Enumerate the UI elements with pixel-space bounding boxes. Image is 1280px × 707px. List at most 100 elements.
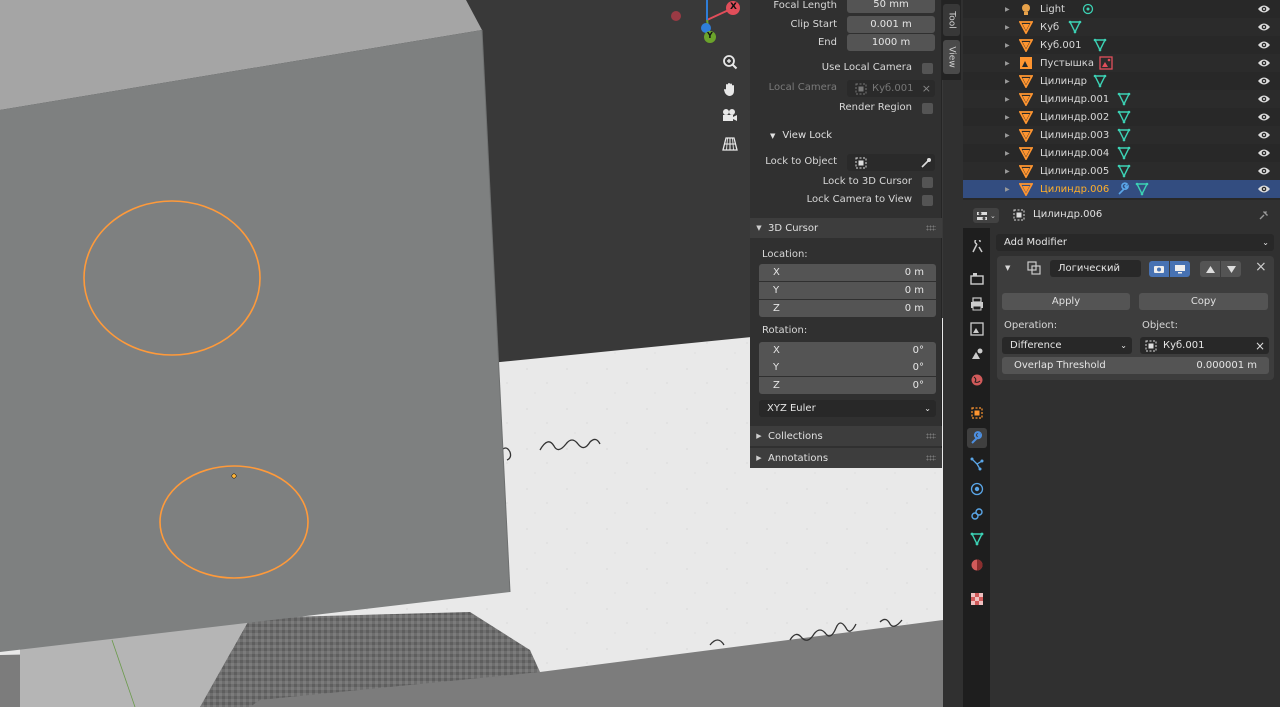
move-up-button[interactable] xyxy=(1200,261,1220,277)
tab-tool-settings[interactable] xyxy=(967,237,987,257)
rotation-mode-select[interactable]: XYZ Euler ⌄ xyxy=(759,400,936,417)
viewport-toggle[interactable] xyxy=(1170,261,1190,277)
camera-view-tool[interactable] xyxy=(719,105,741,127)
use-local-camera-checkbox[interactable] xyxy=(922,63,933,74)
mesh-data-icon[interactable] xyxy=(1117,110,1131,124)
tab-tool[interactable]: Tool xyxy=(943,4,960,36)
wrench-icon[interactable] xyxy=(1117,182,1131,196)
lock-camera-checkbox[interactable] xyxy=(922,195,933,206)
drag-handle-icon[interactable] xyxy=(926,225,936,231)
eye-icon[interactable] xyxy=(1257,183,1271,195)
add-modifier-menu[interactable]: Add Modifier ⌄ xyxy=(996,234,1274,251)
outliner-row[interactable]: ▶ Цилиндр.001 xyxy=(963,90,1280,108)
expand-arrow-icon[interactable]: ▶ xyxy=(1005,168,1010,175)
expand-arrow-icon[interactable]: ▶ xyxy=(1005,96,1010,103)
mesh-data-icon[interactable] xyxy=(1117,92,1131,106)
outliner-row[interactable]: ▶ Куб xyxy=(963,18,1280,36)
eye-icon[interactable] xyxy=(1257,3,1271,15)
eye-icon[interactable] xyxy=(1257,21,1271,33)
pin-icon[interactable] xyxy=(1258,209,1270,221)
outliner-row[interactable]: ▶ Цилиндр.003 xyxy=(963,126,1280,144)
eyedropper-icon[interactable] xyxy=(920,157,932,169)
eye-icon[interactable] xyxy=(1257,129,1271,141)
tab-view[interactable]: View xyxy=(943,40,960,74)
clip-end-field[interactable]: 1000 m xyxy=(847,34,935,51)
perspective-toggle[interactable] xyxy=(719,133,741,155)
expand-arrow-icon[interactable]: ▶ xyxy=(1005,24,1010,31)
expand-arrow-icon[interactable]: ▶ xyxy=(1005,6,1010,13)
expand-arrow-icon[interactable]: ▶ xyxy=(1005,42,1010,49)
expand-arrow-icon[interactable]: ▶ xyxy=(1005,60,1010,67)
expand-arrow-icon[interactable]: ▶ xyxy=(1005,150,1010,157)
mesh-data-icon[interactable] xyxy=(1117,164,1131,178)
mesh-data-icon[interactable] xyxy=(1093,38,1107,52)
outliner-row[interactable]: ▶ Цилиндр xyxy=(963,72,1280,90)
modifier-name-field[interactable]: Логический xyxy=(1050,260,1141,277)
image-data-icon[interactable] xyxy=(1099,56,1113,70)
expand-arrow-icon[interactable]: ▶ xyxy=(1005,78,1010,85)
expand-arrow-icon[interactable]: ▶ xyxy=(1005,186,1010,193)
tab-particles[interactable] xyxy=(967,454,987,474)
eye-icon[interactable] xyxy=(1257,165,1271,177)
render-toggle[interactable] xyxy=(1149,261,1169,277)
zoom-tool[interactable] xyxy=(719,51,741,73)
location-x-field[interactable]: X 0 m xyxy=(759,264,936,281)
tab-constraints[interactable] xyxy=(967,504,987,524)
outliner-row[interactable]: ▶ Пустышка xyxy=(963,54,1280,72)
eye-icon[interactable] xyxy=(1257,75,1271,87)
tab-object[interactable] xyxy=(967,403,987,423)
cursor-panel-header[interactable]: ▼ 3D Cursor xyxy=(750,218,942,238)
eye-icon[interactable] xyxy=(1257,93,1271,105)
operation-select[interactable]: Difference ⌄ xyxy=(1002,337,1132,354)
mesh-data-icon[interactable] xyxy=(1068,20,1082,34)
outliner-row[interactable]: ▶ Куб.001 xyxy=(963,36,1280,54)
focal-length-field[interactable]: 50 mm xyxy=(847,0,935,13)
tab-view-layer[interactable] xyxy=(967,319,987,339)
clip-start-field[interactable]: 0.001 m xyxy=(847,16,935,33)
mesh-data-icon[interactable] xyxy=(1117,146,1131,160)
eye-icon[interactable] xyxy=(1257,147,1271,159)
view-lock-header[interactable]: ▼ View Lock xyxy=(770,130,832,141)
lock-to-cursor-checkbox[interactable] xyxy=(922,177,933,188)
clear-icon[interactable]: × xyxy=(1255,339,1265,353)
pan-tool[interactable] xyxy=(719,78,741,100)
outliner-row[interactable]: ▶ Цилиндр.004 xyxy=(963,144,1280,162)
eye-icon[interactable] xyxy=(1257,39,1271,51)
apply-button[interactable]: Apply xyxy=(1002,293,1130,310)
lock-to-object-field[interactable] xyxy=(847,154,935,171)
drag-handle-icon[interactable] xyxy=(926,433,936,439)
tab-object-data[interactable] xyxy=(967,529,987,549)
tab-world[interactable] xyxy=(967,370,987,390)
rotation-y-field[interactable]: Y 0° xyxy=(759,359,936,376)
light-data-icon[interactable] xyxy=(1081,2,1095,16)
chevron-down-icon[interactable]: ▼ xyxy=(1005,264,1010,272)
eye-icon[interactable] xyxy=(1257,111,1271,123)
overlap-threshold-field[interactable]: Overlap Threshold 0.000001 m xyxy=(1002,357,1269,374)
expand-arrow-icon[interactable]: ▶ xyxy=(1005,132,1010,139)
clear-icon[interactable]: × xyxy=(922,82,931,95)
location-y-field[interactable]: Y 0 m xyxy=(759,282,936,299)
rotation-x-field[interactable]: X 0° xyxy=(759,342,936,359)
mesh-data-icon[interactable] xyxy=(1093,74,1107,88)
tab-texture[interactable] xyxy=(967,589,987,609)
outliner-row[interactable]: ▶ Цилиндр.002 xyxy=(963,108,1280,126)
tab-physics[interactable] xyxy=(967,479,987,499)
outliner-row[interactable]: ▶ Цилиндр.005 xyxy=(963,162,1280,180)
outliner-row[interactable]: ▶ Light xyxy=(963,0,1280,18)
annotations-panel-header[interactable]: ▶ Annotations xyxy=(750,448,942,468)
outliner-row[interactable]: ▶ Цилиндр.006 xyxy=(963,180,1280,198)
move-down-button[interactable] xyxy=(1221,261,1241,277)
expand-arrow-icon[interactable]: ▶ xyxy=(1005,114,1010,121)
tab-render[interactable] xyxy=(967,269,987,289)
close-icon[interactable]: × xyxy=(1255,259,1267,275)
mesh-data-icon[interactable] xyxy=(1117,128,1131,142)
location-z-field[interactable]: Z 0 m xyxy=(759,300,936,317)
collections-panel-header[interactable]: ▶ Collections xyxy=(750,426,942,446)
tab-material[interactable] xyxy=(967,555,987,575)
rotation-z-field[interactable]: Z 0° xyxy=(759,377,936,394)
render-region-checkbox[interactable] xyxy=(922,103,933,114)
object-field[interactable]: Куб.001 × xyxy=(1140,337,1269,354)
tab-output[interactable] xyxy=(967,294,987,314)
tab-scene[interactable] xyxy=(967,344,987,364)
local-camera-field[interactable]: Куб.001 × xyxy=(847,80,935,97)
